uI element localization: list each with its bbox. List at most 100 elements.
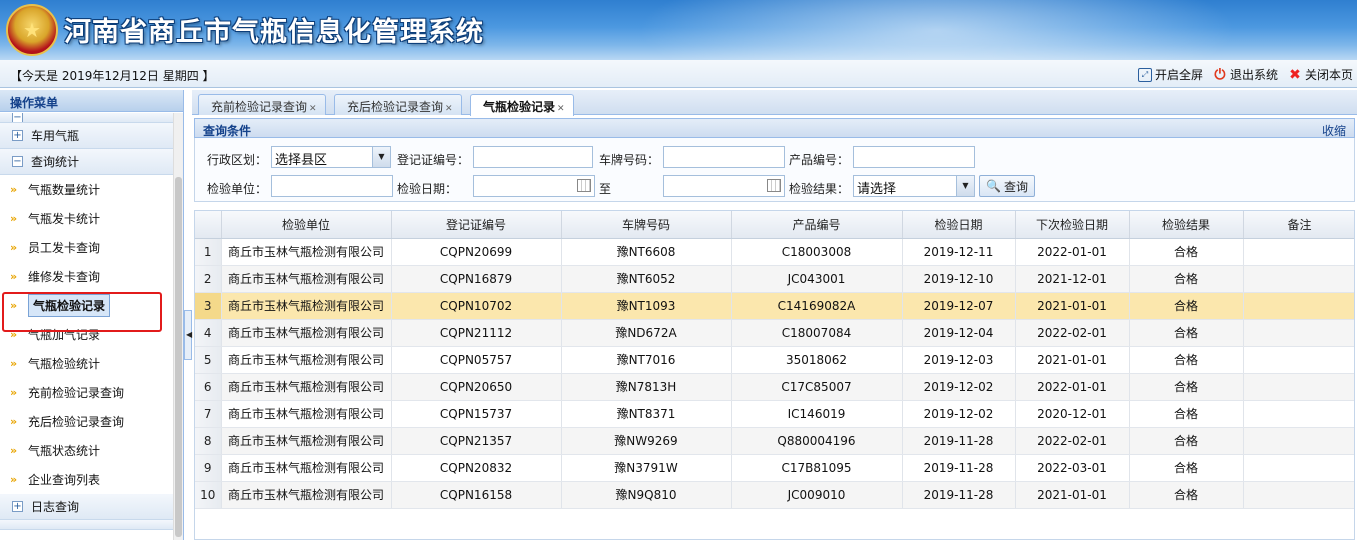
table-row[interactable]: 8 商丘市玉林气瓶检测有限公司 CQPN21357 豫NW9269 Q880004196… (195, 427, 1354, 455)
query-panel-title: 查询条件 (203, 124, 252, 138)
chevron-right-icon: » (10, 270, 18, 283)
sidebar-group-log[interactable]: + 日志查询 (0, 494, 174, 520)
table-row[interactable]: 4 商丘市玉林气瓶检测有限公司 CQPN21112 豫ND672A C18007084 2… (195, 319, 1354, 347)
col-header-product[interactable]: 产品编号 (731, 211, 903, 239)
table-row[interactable]: 2 商丘市玉林气瓶检测有限公司 CQPN16879 豫NT6052 JC043001 20… (195, 265, 1354, 293)
inspect-unit-input[interactable] (271, 175, 393, 197)
today-date: 【今天是 2019年12月12日 星期四 】 (10, 69, 215, 83)
chevron-right-icon: » (10, 183, 18, 196)
expand-icon: + (12, 501, 23, 512)
sidebar-item-inspection-stats[interactable]: » 气瓶检验统计 (0, 349, 174, 378)
table-cell (1243, 373, 1354, 401)
table-cell: 2019-12-02 (902, 400, 1016, 428)
col-header-unit[interactable]: 检验单位 (221, 211, 392, 239)
table-cell: 2020-12-01 (1015, 400, 1130, 428)
table-cell: CQPN21112 (391, 319, 562, 347)
table-cell: 商丘市玉林气瓶检测有限公司 (221, 454, 392, 482)
table-cell (1243, 265, 1354, 293)
sidebar-item-card-stats[interactable]: » 气瓶发卡统计 (0, 204, 174, 233)
date-from-input[interactable] (473, 175, 595, 197)
col-header-result[interactable]: 检验结果 (1129, 211, 1244, 239)
tab-inspection-records[interactable]: 气瓶检验记录 ✕ (470, 94, 574, 116)
close-page-button[interactable]: ✖ 关闭本页 (1288, 66, 1353, 83)
scrollbar-thumb[interactable] (175, 177, 182, 537)
sidebar-item-repair-card[interactable]: » 维修发卡查询 (0, 262, 174, 291)
table-row[interactable]: 1 商丘市玉林气瓶检测有限公司 CQPN20699 豫NT6608 C18003008 2… (195, 238, 1354, 266)
system-title: 河南省商丘市气瓶信息化管理系统 (64, 17, 484, 48)
table-cell: 合格 (1129, 319, 1244, 347)
col-header-date[interactable]: 检验日期 (902, 211, 1016, 239)
table-row[interactable]: 10 商丘市玉林气瓶检测有限公司 CQPN16158 豫N9Q810 JC009010 2… (195, 481, 1354, 509)
table-row[interactable]: 3 商丘市玉林气瓶检测有限公司 CQPN10702 豫NT1093 C14169082A… (195, 292, 1354, 320)
table-row[interactable]: 7 商丘市玉林气瓶检测有限公司 CQPN15737 豫NT8371 IC146019 20… (195, 400, 1354, 428)
sidebar-item-post-fill-query[interactable]: » 充后检验记录查询 (0, 407, 174, 436)
col-header-remark[interactable]: 备注 (1243, 211, 1354, 239)
sidebar-group-vehicle[interactable]: + 车用气瓶 (0, 123, 174, 149)
table-row[interactable]: 6 商丘市玉林气瓶检测有限公司 CQPN20650 豫N7813H C17C85007 2… (195, 373, 1354, 401)
header-banner: ★ 河南省商丘市气瓶信息化管理系统 (0, 0, 1357, 60)
sidebar-collapse-handle[interactable]: ◀ (184, 310, 192, 360)
table-cell: 豫N3791W (561, 454, 732, 482)
table-cell: 2019-12-11 (902, 238, 1016, 266)
calendar-icon[interactable] (767, 179, 781, 192)
table-cell: 35018062 (731, 346, 903, 374)
row-number: 10 (195, 481, 222, 509)
table-cell: JC009010 (731, 481, 903, 509)
close-icon: ✖ (1289, 66, 1301, 83)
chevron-right-icon: » (10, 357, 18, 370)
table-row[interactable]: 5 商丘市玉林气瓶检测有限公司 CQPN05757 豫NT7016 35018062 20… (195, 346, 1354, 374)
col-header-cert[interactable]: 登记证编号 (391, 211, 562, 239)
result-label: 检验结果： (789, 182, 850, 196)
sidebar-item-pre-fill-query[interactable]: » 充前检验记录查询 (0, 378, 174, 407)
collapse-link[interactable]: 收缩 (1322, 122, 1346, 139)
row-number: 9 (195, 454, 222, 482)
region-label: 行政区划： (207, 153, 268, 167)
table-cell: 2019-12-02 (902, 373, 1016, 401)
sidebar-scrollbar[interactable] (173, 113, 183, 540)
table-row[interactable]: 9 商丘市玉林气瓶检测有限公司 CQPN20832 豫N3791W C17B81095 2… (195, 454, 1354, 482)
sidebar-item-company-list[interactable]: » 企业查询列表 (0, 465, 174, 494)
region-select[interactable]: 选择县区 ▼ (271, 146, 391, 168)
search-icon: 🔍 (986, 179, 1001, 193)
fullscreen-button[interactable]: ⤢ 开启全屏 (1137, 66, 1203, 83)
tab-pre-fill-query[interactable]: 充前检验记录查询 ✕ (198, 94, 326, 115)
table-cell: CQPN16158 (391, 481, 562, 509)
col-header-next-date[interactable]: 下次检验日期 (1015, 211, 1130, 239)
chevron-right-icon: » (10, 473, 18, 486)
logout-button[interactable]: ⏻ 退出系统 (1213, 66, 1278, 83)
col-header-rownum (195, 211, 222, 239)
tab-close-icon[interactable]: ✕ (445, 104, 453, 114)
table-cell: C14169082A (731, 292, 903, 320)
table-cell: 2021-01-01 (1015, 481, 1130, 509)
table-cell: Q880004196 (731, 427, 903, 455)
table-cell: CQPN10702 (391, 292, 562, 320)
records-table: 检验单位 登记证编号 车牌号码 产品编号 检验日期 下次检验日期 检验结果 备注… (195, 211, 1354, 509)
date-to-input[interactable] (663, 175, 785, 197)
calendar-icon[interactable] (577, 179, 591, 192)
product-no-input[interactable] (853, 146, 975, 168)
tab-close-icon[interactable]: ✕ (557, 104, 565, 114)
table-cell: 豫NW9269 (561, 427, 732, 455)
sidebar-group-partial-bottom[interactable] (0, 520, 174, 530)
main-panel: 充前检验记录查询 ✕ 充后检验记录查询 ✕ 气瓶检验记录 ✕ 查询条件 收缩 行政区划… (192, 90, 1357, 540)
plate-no-input[interactable] (663, 146, 785, 168)
sidebar-item-staff-card[interactable]: » 员工发卡查询 (0, 233, 174, 262)
tab-close-icon[interactable]: ✕ (309, 104, 317, 114)
search-button[interactable]: 🔍 查询 (979, 175, 1035, 197)
sidebar-group-query[interactable]: − 查询统计 (0, 149, 174, 175)
table-cell: 商丘市玉林气瓶检测有限公司 (221, 373, 392, 401)
cert-no-label: 登记证编号： (397, 153, 470, 167)
cert-no-input[interactable] (473, 146, 593, 168)
result-select[interactable]: 请选择 ▼ (853, 175, 975, 197)
sidebar-item-cylinder-count[interactable]: » 气瓶数量统计 (0, 175, 174, 204)
table-cell: 2022-01-01 (1015, 238, 1130, 266)
sidebar-item-status-stats[interactable]: » 气瓶状态统计 (0, 436, 174, 465)
close-page-label: 关闭本页 (1304, 68, 1353, 82)
col-header-plate[interactable]: 车牌号码 (561, 211, 732, 239)
logout-label: 退出系统 (1229, 68, 1278, 82)
fullscreen-icon: ⤢ (1137, 67, 1152, 82)
tab-post-fill-query[interactable]: 充后检验记录查询 ✕ (334, 94, 462, 115)
table-cell: CQPN20832 (391, 454, 562, 482)
sidebar-group-partial[interactable]: − (0, 113, 174, 123)
table-cell: C17B81095 (731, 454, 903, 482)
